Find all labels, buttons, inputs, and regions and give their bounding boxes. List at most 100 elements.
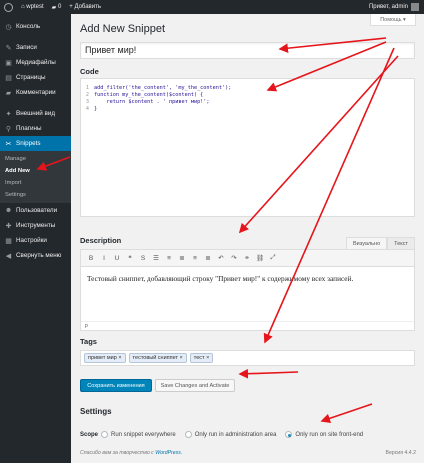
sidebar-item-комментарии[interactable]: ▰ Комментарии	[0, 85, 71, 100]
tab-text[interactable]: Текст	[387, 237, 415, 249]
underline-icon[interactable]: U	[111, 252, 123, 264]
save-activate-button[interactable]: Save Changes and Activate	[155, 379, 235, 392]
new-content-label: + Добавить	[69, 4, 101, 10]
link-icon[interactable]: ⚭	[241, 252, 253, 264]
radio-circle[interactable]	[101, 431, 108, 438]
new-content-link[interactable]: + Добавить	[65, 0, 105, 14]
scope-radio-0[interactable]: Run snippet everywhere	[101, 431, 176, 438]
sidebar-item-label: Записи	[16, 44, 37, 51]
tag-chip[interactable]: привет мир ×	[84, 353, 126, 363]
wordpress-logo[interactable]	[0, 0, 17, 14]
pages-icon: ▤	[5, 74, 12, 82]
redo-icon[interactable]: ↷	[228, 252, 240, 264]
unlink-icon[interactable]: ⛓	[254, 252, 266, 264]
snippets-icon: ✂	[5, 140, 12, 148]
sidebar-item-label: Пользователи	[16, 207, 58, 214]
comments-link[interactable]: ▰ 0	[48, 0, 66, 14]
tab-visual[interactable]: Визуально	[346, 237, 388, 249]
undo-icon[interactable]: ↶	[215, 252, 227, 264]
tags-input[interactable]: привет мир × тестовый сниппет × тест ×	[80, 350, 415, 366]
tags-label: Tags	[80, 337, 97, 346]
line-number: 4	[85, 106, 89, 112]
sidebar-item-свернуть-меню[interactable]: ◀ Свернуть меню	[0, 248, 71, 263]
scope-row: Scope Run snippet everywhere Only run in …	[80, 431, 372, 438]
line-number: 2	[85, 92, 89, 98]
appearance-icon: ✦	[5, 110, 12, 118]
sidebar-item-консоль[interactable]: ◷ Консоль	[0, 19, 71, 34]
align-left-icon[interactable]: ≣	[176, 252, 188, 264]
submenu-item-add-new[interactable]: Add New	[0, 165, 71, 177]
line-number: 3	[85, 99, 89, 105]
my-account[interactable]: Привет, admin	[369, 3, 424, 11]
comments-icon: ▰	[5, 89, 12, 97]
code-lines: add_filter('the_content', 'my_the_conten…	[91, 85, 231, 216]
radio-circle[interactable]	[285, 431, 293, 438]
snippet-title-input[interactable]: Привет мир!	[80, 42, 415, 59]
align-right-icon[interactable]: ≣	[202, 252, 214, 264]
code-line: }	[94, 106, 98, 112]
site-name: wptest	[26, 4, 44, 10]
scope-radio-2[interactable]: Only run on site front-end	[285, 431, 363, 438]
version-text: Версия 4.4.2	[385, 450, 416, 456]
sidebar-item-медиафайлы[interactable]: ▣ Медиафайлы	[0, 55, 71, 70]
align-center-icon[interactable]: ≡	[189, 252, 201, 264]
editor-toolbar: B I U ❝ S ☰ ≡ ≣ ≡ ≣ ↶ ↷ ⚭ ⛓ ⤢	[81, 250, 414, 267]
sidebar-item-label: Snippets	[16, 140, 41, 147]
tools-icon: ✚	[5, 222, 12, 230]
sidebar-item-label: Комментарии	[16, 89, 56, 96]
site-name-link[interactable]: ⌂ wptest	[17, 0, 48, 14]
snippets-submenu: Manage Add New Import Settings	[0, 151, 71, 203]
sidebar-item-инструменты[interactable]: ✚ Инструменты	[0, 218, 71, 233]
sidebar-item-label: Плагины	[16, 125, 42, 132]
radio-circle[interactable]	[184, 431, 192, 438]
tag-chip[interactable]: тестовый сниппет ×	[128, 353, 187, 363]
submenu-item-import[interactable]: Import	[0, 177, 71, 189]
pin-icon: ✎	[5, 44, 12, 52]
save-button[interactable]: Сохранить изменения	[80, 379, 152, 392]
wordpress-link[interactable]: WordPress	[155, 450, 181, 456]
line-numbers: 1234	[81, 85, 91, 216]
sidebar-item-плагины[interactable]: ⚲ Плагины	[0, 121, 71, 136]
code-editor[interactable]: 1234 add_filter('the_content', 'my_the_c…	[80, 78, 415, 217]
comments-count: 0	[57, 4, 62, 10]
code-line: return $content . ' привет мир!';	[94, 99, 210, 105]
sidebar-item-записи[interactable]: ✎ Записи	[0, 40, 71, 55]
settings-heading: Settings	[80, 407, 112, 416]
sidebar-item-внешний-вид[interactable]: ✦ Внешний вид	[0, 106, 71, 121]
editor-mode-tabs: Визуально Текст	[346, 237, 415, 249]
bullet-list-icon[interactable]: ☰	[150, 252, 162, 264]
page-title: Add New Snippet	[80, 23, 165, 35]
fullscreen-icon[interactable]: ⤢	[267, 252, 279, 264]
bold-icon[interactable]: B	[85, 252, 97, 264]
description-label: Description	[80, 236, 122, 245]
main-content: Помощь ▾ Add New Snippet Привет мир! Cod…	[71, 14, 424, 463]
tag-chip[interactable]: тест ×	[189, 353, 214, 363]
sidebar-item-настройки[interactable]: ▦ Настройки	[0, 233, 71, 248]
submenu-item-manage[interactable]: Manage	[0, 153, 71, 165]
sidebar-item-snippets[interactable]: ✂ Snippets	[0, 136, 71, 151]
comment-icon: ▰	[51, 4, 57, 11]
media-icon: ▣	[5, 59, 12, 67]
sidebar-item-пользователи[interactable]: ☻ Пользователи	[0, 203, 71, 218]
sidebar-item-страницы[interactable]: ▤ Страницы	[0, 70, 71, 85]
numbered-list-icon[interactable]: ≡	[163, 252, 175, 264]
collapse-icon: ◀	[5, 252, 12, 260]
users-icon: ☻	[4, 207, 13, 214]
sidebar-item-label: Медиафайлы	[16, 59, 56, 66]
italic-icon[interactable]: I	[98, 252, 110, 264]
code-line: add_filter('the_content', 'my_the_conten…	[94, 85, 232, 91]
submenu-item-settings[interactable]: Settings	[0, 189, 71, 201]
description-text[interactable]: Тестовый сниппет, добавляющий строку "Пр…	[81, 267, 414, 290]
wordpress-icon	[4, 2, 13, 12]
scope-label: Scope	[80, 431, 99, 438]
admin-sidebar: ◷ Консоль ✎ Записи ▣ Медиафайлы ▤ Страницы ▰ Комм…	[0, 14, 71, 463]
scope-options: Run snippet everywhere Only run in admini…	[101, 431, 372, 438]
scope-radio-1[interactable]: Only run in administration area	[184, 431, 276, 438]
plugins-icon: ⚲	[5, 125, 12, 133]
strikethrough-icon[interactable]: S	[137, 252, 149, 264]
description-editor: B I U ❝ S ☰ ≡ ≣ ≡ ≣ ↶ ↷ ⚭ ⛓ ⤢ Тестовый сниппет, добавл…	[80, 249, 415, 331]
radio-label: Run snippet everywhere	[111, 431, 176, 438]
help-tab-button[interactable]: Помощь ▾	[370, 14, 416, 26]
footer-credit: Спасибо вам за творчество с WordPress.	[80, 450, 182, 456]
quote-icon[interactable]: ❝	[124, 252, 136, 264]
